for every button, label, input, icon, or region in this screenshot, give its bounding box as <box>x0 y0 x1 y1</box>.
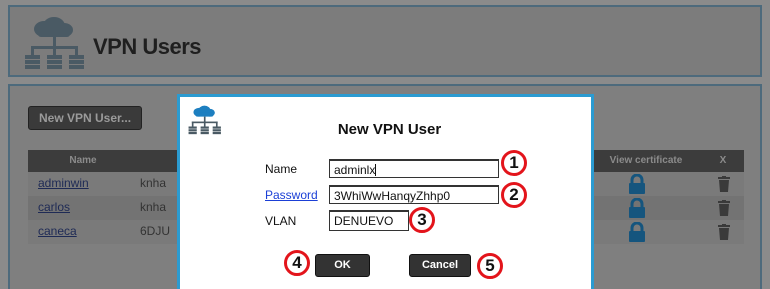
user-name-link[interactable]: carlos <box>38 200 70 214</box>
callout-badge-4: 4 <box>284 250 310 276</box>
trash-icon[interactable] <box>718 224 730 240</box>
callout-badge-5: 5 <box>477 253 503 279</box>
page-title: VPN Users <box>93 34 202 59</box>
dialog-title: New VPN User <box>337 121 442 138</box>
user-password: knha <box>140 176 167 190</box>
password-link[interactable]: Password <box>265 188 318 202</box>
new-vpn-user-dialog: New VPN User Name adminlx Password 3WhiW… <box>177 94 594 289</box>
new-vpn-user-button[interactable]: New VPN User... <box>28 106 143 130</box>
user-password: knha <box>140 200 167 214</box>
user-password: 6DJU <box>140 224 171 238</box>
lock-icon[interactable] <box>628 197 646 218</box>
lock-icon[interactable] <box>628 221 646 242</box>
trash-icon[interactable] <box>718 200 730 216</box>
ok-button[interactable]: OK <box>315 254 370 277</box>
user-name-link[interactable]: adminwin <box>38 176 89 190</box>
name-field[interactable]: adminlx <box>329 159 499 178</box>
page-header: VPN Users <box>8 5 762 77</box>
column-header-delete: X <box>719 155 727 166</box>
callout-badge-3: 3 <box>409 207 435 233</box>
name-label: Name <box>265 162 298 176</box>
callout-badge-1: 1 <box>501 150 527 176</box>
password-field[interactable]: 3WhiWwHanqyZhhp0 <box>329 185 499 204</box>
cancel-button[interactable]: Cancel <box>409 254 471 277</box>
callout-badge-2: 2 <box>501 182 527 208</box>
column-header-view-certificate: View certificate <box>609 155 683 166</box>
user-name-link[interactable]: caneca <box>38 224 77 238</box>
password-value: 3WhiWwHanqyZhhp0 <box>334 189 451 203</box>
vlan-label: VLAN <box>265 214 297 228</box>
name-value: adminlx <box>334 163 376 177</box>
lock-icon[interactable] <box>628 173 646 194</box>
cloud-network-icon <box>24 17 86 78</box>
column-header-name: Name <box>69 155 97 166</box>
trash-icon[interactable] <box>718 176 730 192</box>
vlan-value: DENUEVO <box>334 214 394 228</box>
text-caret <box>375 164 377 176</box>
vlan-field[interactable]: DENUEVO <box>329 210 409 231</box>
